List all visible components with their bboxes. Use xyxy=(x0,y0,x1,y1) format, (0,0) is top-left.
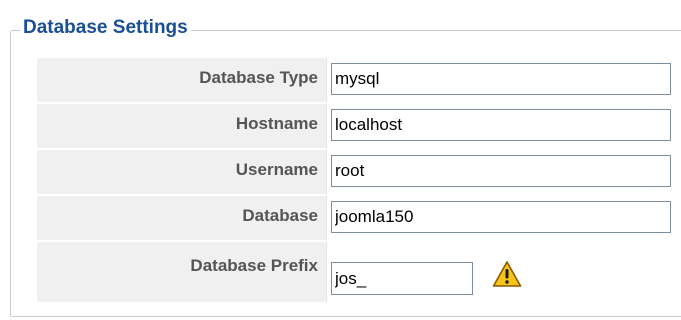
username-row: Username xyxy=(37,150,681,194)
username-label: Username xyxy=(235,160,318,179)
database-prefix-label-cell: Database Prefix xyxy=(37,242,327,302)
username-input[interactable] xyxy=(331,155,671,187)
database-name-label: Database xyxy=(242,206,318,225)
database-name-label-cell: Database xyxy=(37,196,327,240)
hostname-row: Hostname xyxy=(37,104,681,148)
database-type-label: Database Type xyxy=(199,68,318,87)
database-prefix-value-cell xyxy=(327,242,681,302)
database-type-row: Database Type xyxy=(37,58,681,102)
database-type-value-cell xyxy=(327,58,681,102)
database-prefix-input[interactable] xyxy=(331,262,473,295)
username-value-cell xyxy=(327,150,681,194)
database-name-value-cell xyxy=(327,196,681,240)
section-title: Database Settings xyxy=(20,16,191,40)
database-prefix-label: Database Prefix xyxy=(190,256,318,275)
hostname-value-cell xyxy=(327,104,681,148)
database-type-label-cell: Database Type xyxy=(37,58,327,102)
hostname-label-cell: Hostname xyxy=(37,104,327,148)
database-name-input[interactable] xyxy=(331,201,671,233)
database-type-input[interactable] xyxy=(331,63,671,95)
database-prefix-row: Database Prefix xyxy=(37,242,681,302)
hostname-input[interactable] xyxy=(331,109,671,141)
username-label-cell: Username xyxy=(37,150,327,194)
hostname-label: Hostname xyxy=(235,114,318,133)
database-name-row: Database xyxy=(37,196,681,240)
warning-icon xyxy=(492,261,522,287)
